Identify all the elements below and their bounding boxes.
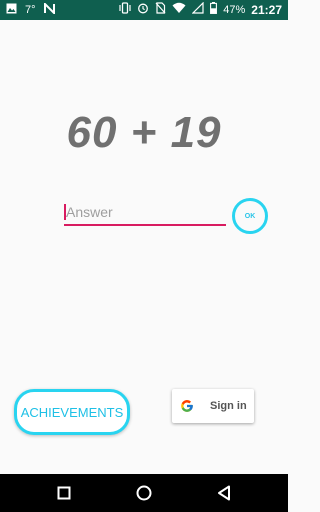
ok-button[interactable]: OK: [232, 198, 268, 234]
text-caret: [64, 204, 66, 220]
recents-icon: [57, 486, 71, 500]
achievements-button[interactable]: ACHIEVEMENTS: [14, 389, 130, 435]
image-icon: [6, 1, 17, 19]
temperature-text: 7°: [25, 4, 36, 16]
answer-field[interactable]: [64, 200, 228, 226]
battery-percent: 47%: [223, 4, 246, 16]
answer-input[interactable]: [64, 200, 228, 224]
no-signal-icon: [191, 1, 204, 19]
wifi-icon: [172, 1, 186, 19]
clock-time: 21:27: [251, 3, 282, 17]
status-bar-right: 47% 21:27: [119, 0, 282, 20]
vibrate-icon: [119, 1, 131, 19]
status-bar-left: 7°: [6, 0, 55, 20]
ok-button-label: OK: [244, 212, 256, 220]
battery-icon: [210, 1, 218, 19]
back-button[interactable]: [204, 474, 244, 512]
no-sim-icon: [155, 1, 166, 19]
navigation-bar: [0, 474, 288, 512]
status-bar: 7° 47% 21:27: [0, 0, 288, 20]
google-signin-button[interactable]: Sign in: [172, 389, 254, 423]
alarm-icon: [137, 1, 149, 19]
google-logo-icon: [181, 400, 193, 412]
signin-label: Sign in: [210, 400, 247, 412]
n-logo-icon: [43, 1, 55, 19]
home-icon: [136, 485, 152, 501]
achievements-button-label: ACHIEVEMENTS: [20, 404, 124, 420]
home-button[interactable]: [124, 474, 164, 512]
back-icon: [218, 485, 230, 501]
recents-button[interactable]: [44, 474, 84, 512]
math-expression: 60 + 19: [66, 108, 222, 157]
